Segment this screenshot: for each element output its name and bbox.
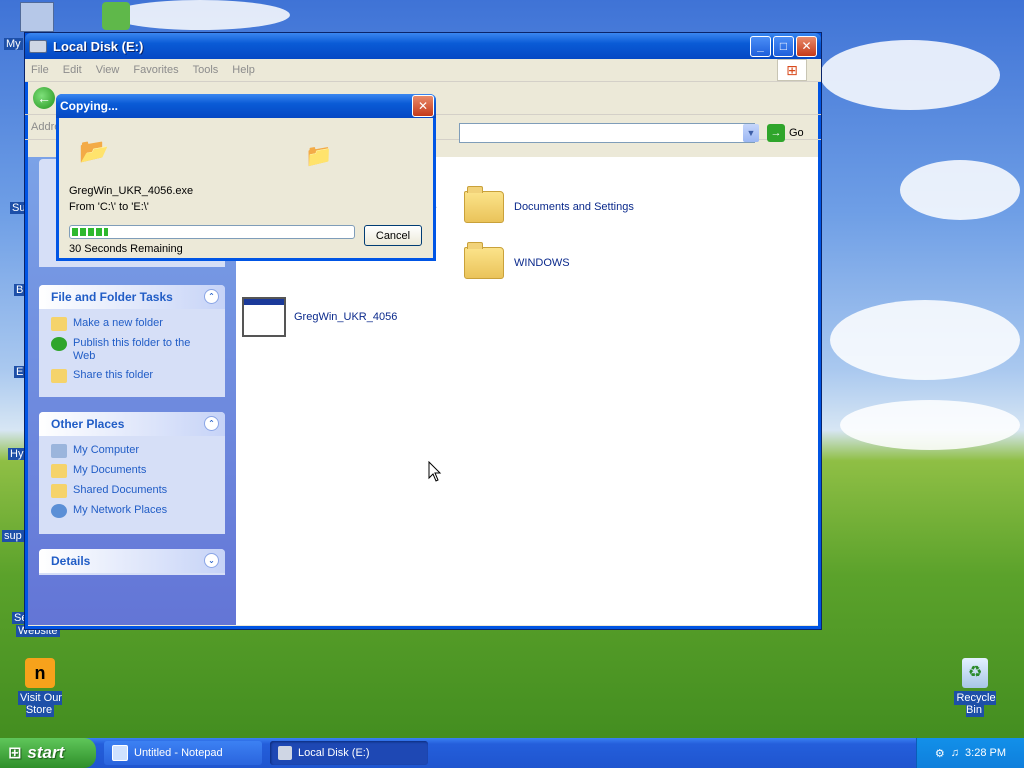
- publish-web-icon: [51, 337, 67, 351]
- visit-our-store-label: Visit Our Store: [18, 691, 62, 717]
- share-folder-link[interactable]: Share this folder: [51, 369, 225, 383]
- tray-icon[interactable]: ⚙: [935, 747, 945, 760]
- other-places-header[interactable]: Other Places ⌃: [39, 412, 225, 436]
- game-icon[interactable]: [102, 2, 130, 30]
- panel-details: Details ⌄: [39, 549, 225, 575]
- file-folder-tasks-header[interactable]: File and Folder Tasks ⌃: [39, 285, 225, 309]
- copy-filename: GregWin_UKR_4056.exe: [69, 185, 194, 197]
- panel-file-folder-tasks: File and Folder Tasks ⌃ Make a new folde…: [39, 285, 225, 397]
- taskbar-item-notepad[interactable]: Untitled - Notepad: [104, 741, 262, 765]
- computer-icon: [51, 444, 67, 458]
- my-computer-link[interactable]: My Computer: [51, 444, 225, 458]
- copy-dialog-titlebar[interactable]: Copying... ✕: [56, 94, 436, 118]
- start-button[interactable]: ⊞ start: [0, 738, 96, 768]
- start-label: start: [27, 743, 65, 762]
- address-dropdown-icon[interactable]: ▼: [743, 124, 759, 142]
- time-remaining: 30 Seconds Remaining: [69, 243, 183, 255]
- taskbar-item-local-disk[interactable]: Local Disk (E:): [270, 741, 428, 765]
- maximize-button[interactable]: □: [773, 35, 794, 57]
- minimize-button[interactable]: _: [750, 35, 771, 57]
- explorer-titlebar[interactable]: Local Disk (E:) _ □ ✕: [25, 33, 821, 59]
- destination-folder-icon: 📁: [305, 143, 333, 168]
- share-folder-icon: [51, 369, 67, 383]
- windows-logo-icon: ⊞: [777, 59, 807, 81]
- go-arrow-icon: →: [767, 124, 785, 142]
- details-header[interactable]: Details ⌄: [39, 549, 225, 573]
- cloud: [900, 160, 1020, 220]
- notepad-icon: [112, 745, 128, 761]
- go-label: Go: [789, 127, 804, 139]
- shared-folder-icon: [51, 484, 67, 498]
- application-icon: [242, 297, 286, 337]
- cloud: [840, 400, 1020, 450]
- copy-dialog-title: Copying...: [60, 99, 118, 113]
- cloud: [820, 40, 1000, 110]
- flying-papers-icon: 📂: [79, 138, 109, 165]
- folder-icon: [464, 242, 504, 279]
- system-tray: ⚙ ♫ 3:28 PM: [916, 738, 1024, 768]
- dialog-close-button[interactable]: ✕: [412, 95, 434, 117]
- my-computer-icon[interactable]: [20, 2, 54, 32]
- file-label: WINDOWS: [514, 257, 570, 269]
- tray-icon[interactable]: ♫: [951, 747, 959, 759]
- menu-favorites[interactable]: Favorites: [133, 64, 178, 76]
- desktop-label-my[interactable]: My: [4, 38, 23, 50]
- copy-dialog: Copying... ✕ 📂 📁 GregWin_UKR_4056.exe Fr…: [56, 94, 436, 261]
- file-label: Documents and Settings: [514, 201, 634, 213]
- make-new-folder-link[interactable]: Make a new folder: [51, 317, 225, 331]
- menu-edit[interactable]: Edit: [63, 64, 82, 76]
- publish-folder-link[interactable]: Publish this folder to the Web: [51, 337, 225, 363]
- cloud: [830, 300, 1020, 380]
- go-button[interactable]: → Go: [767, 124, 804, 142]
- panel-other-places: Other Places ⌃ My Computer My Documents …: [39, 412, 225, 534]
- folder-documents-and-settings[interactable]: Documents and Settings: [464, 186, 634, 223]
- taskbar: ⊞ start Untitled - Notepad Local Disk (E…: [0, 738, 1024, 768]
- network-icon: [51, 504, 67, 518]
- copy-progress-bar: [69, 225, 355, 239]
- new-folder-icon: [51, 317, 67, 331]
- menu-view[interactable]: View: [96, 64, 120, 76]
- cancel-button[interactable]: Cancel: [364, 225, 422, 246]
- collapse-chevron-icon[interactable]: ⌃: [204, 289, 219, 304]
- menu-bar: File Edit View Favorites Tools Help ⊞: [25, 59, 821, 82]
- my-documents-link[interactable]: My Documents: [51, 464, 225, 478]
- mouse-cursor-icon: [428, 461, 442, 482]
- menu-file[interactable]: File: [31, 64, 49, 76]
- copy-from-to: From 'C:\' to 'E:\': [69, 201, 149, 213]
- documents-icon: [51, 464, 67, 478]
- drive-icon: [29, 39, 47, 53]
- recycle-bin-icon[interactable]: ♻ Recycle Bin: [944, 658, 1006, 717]
- file-gregwin-exe[interactable]: GregWin_UKR_4056: [242, 297, 397, 337]
- clock[interactable]: 3:28 PM: [965, 747, 1006, 759]
- back-button[interactable]: ←: [33, 87, 55, 109]
- folder-windows[interactable]: WINDOWS: [464, 242, 570, 279]
- menu-tools[interactable]: Tools: [193, 64, 219, 76]
- my-network-places-link[interactable]: My Network Places: [51, 504, 225, 518]
- drive-icon: [278, 746, 292, 760]
- recycle-bin-label: Recycle Bin: [954, 691, 996, 717]
- cloud: [110, 0, 290, 30]
- visit-our-store-icon[interactable]: n Visit Our Store: [4, 658, 76, 717]
- progress-fill: [72, 228, 109, 236]
- desktop-label-partial[interactable]: sup: [2, 530, 24, 542]
- folder-icon: [464, 186, 504, 223]
- collapse-chevron-icon[interactable]: ⌃: [204, 416, 219, 431]
- file-label: GregWin_UKR_4056: [294, 311, 398, 323]
- windows-flag-icon: ⊞: [8, 745, 22, 762]
- close-button[interactable]: ✕: [796, 35, 817, 57]
- shared-documents-link[interactable]: Shared Documents: [51, 484, 225, 498]
- explorer-title: Local Disk (E:): [53, 38, 144, 54]
- menu-help[interactable]: Help: [232, 64, 255, 76]
- expand-chevron-icon[interactable]: ⌄: [204, 553, 219, 568]
- address-input[interactable]: [459, 123, 755, 143]
- desktop-label-partial[interactable]: Hy: [8, 448, 26, 460]
